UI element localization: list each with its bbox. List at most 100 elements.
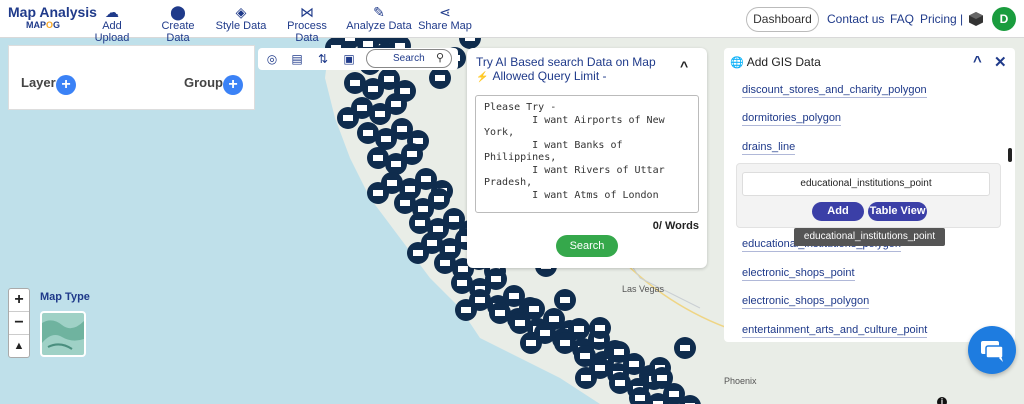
group-label: Group <box>184 75 223 90</box>
school-icon <box>413 138 423 144</box>
city-label: Phoenix <box>724 376 757 386</box>
school-icon <box>629 361 639 367</box>
city-label: Las Vegas <box>622 284 665 294</box>
gis-panel-title: 🌐 Add GIS Data <box>730 55 821 69</box>
school-icon <box>595 365 605 371</box>
ai-query-textarea[interactable]: Please Try - I want Airports of New York… <box>475 95 699 213</box>
school-icon <box>657 375 667 381</box>
ai-search-button[interactable]: Search <box>556 235 618 257</box>
gis-layer-link[interactable]: entertainment_arts_and_culture_point <box>742 324 928 338</box>
tooltip: educational_institutions_point <box>794 228 945 246</box>
school-icon <box>526 340 536 346</box>
gis-layer-link[interactable]: drains_line <box>742 141 796 155</box>
contact-link[interactable]: Contact us <box>827 12 884 26</box>
faq-link[interactable]: FAQ <box>890 12 914 26</box>
school-icon <box>427 240 437 246</box>
gis-layer-link[interactable]: dormitories_polygon <box>742 112 842 126</box>
school-icon <box>509 293 519 299</box>
share-icon: ⋖ <box>439 4 451 20</box>
collapse-chevron-icon[interactable]: ^ <box>680 58 688 74</box>
nav-create-data[interactable]: ⬤ Create Data <box>149 4 207 44</box>
school-icon <box>614 349 624 355</box>
school-icon <box>418 206 428 212</box>
nav-share-map[interactable]: ⋖ Share Map <box>418 4 472 32</box>
school-icon <box>581 375 591 381</box>
comment-icon[interactable]: ▣ <box>341 51 357 67</box>
school-icon <box>343 115 353 121</box>
school-icon <box>458 266 468 272</box>
zoom-out-button[interactable]: − <box>9 312 29 335</box>
gis-layer-link[interactable]: electronic_shops_point <box>742 267 855 281</box>
chat-bubble-icon <box>981 341 1004 362</box>
school-icon <box>529 306 539 312</box>
school-icon <box>381 136 391 142</box>
zoom-in-button[interactable]: + <box>9 289 29 312</box>
school-icon <box>373 190 383 196</box>
school-icon <box>433 226 443 232</box>
school-icon <box>449 216 459 222</box>
pricing-link[interactable]: Pricing | <box>920 12 963 26</box>
school-icon <box>435 75 445 81</box>
school-icon <box>391 161 401 167</box>
school-icon <box>434 196 444 202</box>
school-icon <box>357 105 367 111</box>
layer-panel: Layer + Group + <box>8 45 255 110</box>
school-icon <box>465 38 475 41</box>
reset-north-button[interactable]: ▲ <box>9 335 29 358</box>
school-icon <box>560 297 570 303</box>
school-icon <box>515 320 525 326</box>
print-icon[interactable]: ▤ <box>289 51 305 67</box>
school-icon <box>405 186 415 192</box>
school-icon <box>407 151 417 157</box>
collapse-chevron-icon[interactable]: ^ <box>973 53 982 70</box>
school-icon <box>595 325 605 331</box>
school-icon <box>440 260 450 266</box>
school-icon <box>387 180 397 186</box>
school-icon <box>384 76 394 82</box>
add-layer-button[interactable]: + <box>56 75 76 95</box>
map-type-thumbnail[interactable] <box>40 311 86 357</box>
dashboard-button[interactable]: Dashboard <box>746 7 819 32</box>
ai-search-title: Try AI Based search Data on Map ⚡ Allowed… <box>476 55 656 83</box>
location-pin-icon: ⬤ <box>170 4 186 20</box>
table-view-button[interactable]: Table View <box>868 202 927 221</box>
school-icon <box>397 126 407 132</box>
nav-analyze-data[interactable]: ✎ Analyze Data <box>346 4 412 32</box>
school-icon <box>669 391 679 397</box>
school-icon <box>615 380 625 386</box>
school-icon <box>363 41 373 47</box>
nav-style-data[interactable]: ◈ Style Data <box>215 4 267 32</box>
cube-icon[interactable] <box>968 11 984 27</box>
school-icon <box>461 307 471 313</box>
process-nodes-icon: ⋈ <box>300 4 314 20</box>
gis-layer-link[interactable]: electronic_shops_polygon <box>742 295 870 309</box>
paint-bucket-icon: ◈ <box>235 4 247 20</box>
add-group-button[interactable]: + <box>223 75 243 95</box>
scrollbar-thumb[interactable] <box>1008 148 1012 162</box>
close-icon[interactable]: ✕ <box>994 53 1007 71</box>
school-icon <box>415 220 425 226</box>
nav-process-data[interactable]: ⋈ Process Data <box>274 4 340 44</box>
cloud-upload-icon: ☁ <box>105 4 119 20</box>
school-icon <box>400 200 410 206</box>
school-icon <box>495 310 505 316</box>
selected-layer-field[interactable]: educational_institutions_point <box>742 172 990 196</box>
school-icon <box>491 276 501 282</box>
chat-button[interactable] <box>968 326 1016 374</box>
school-icon <box>580 353 590 359</box>
measure-icon[interactable]: ⇅ <box>315 51 331 67</box>
ai-search-panel: Try AI Based search Data on Map ⚡ Allowed… <box>467 48 707 268</box>
school-icon <box>413 250 423 256</box>
info-icon[interactable]: i <box>937 397 947 404</box>
gis-layer-link[interactable]: discount_stores_and_charity_polygon <box>742 84 927 98</box>
nav-add-upload[interactable]: ☁ Add Upload <box>84 4 140 44</box>
map-search-input[interactable]: Search ⚲ <box>366 49 452 68</box>
word-counter: 0/ Words <box>652 220 699 232</box>
add-layer-button[interactable]: Add <box>812 202 864 221</box>
school-icon <box>549 316 559 322</box>
screenshot-icon[interactable]: ◎ <box>264 51 280 67</box>
school-icon <box>373 155 383 161</box>
avatar[interactable]: D <box>992 7 1016 31</box>
school-icon <box>560 340 570 346</box>
school-icon <box>445 246 455 252</box>
